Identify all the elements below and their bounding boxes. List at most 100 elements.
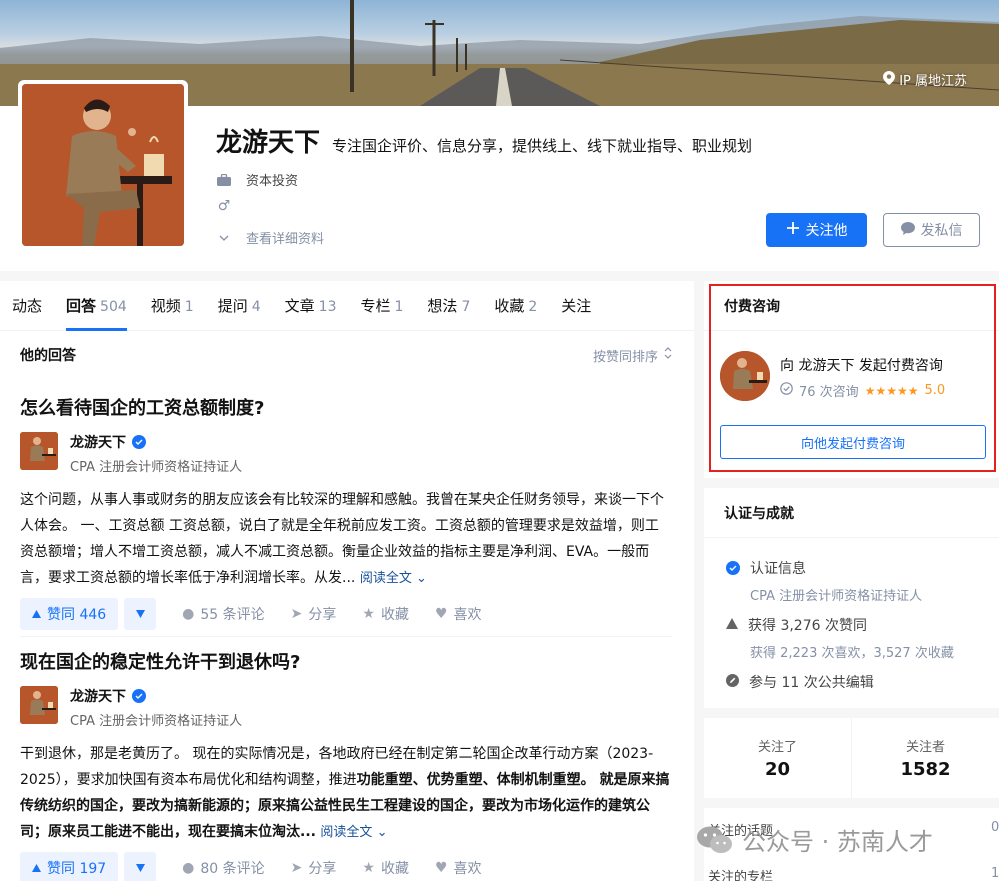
collect-label: 收藏 bbox=[380, 861, 409, 877]
consult-headline: 向 龙游天下 发起付费咨询 bbox=[780, 358, 943, 374]
share-label: 分享 bbox=[308, 861, 337, 877]
upvote-label: 赞同 197 bbox=[47, 861, 107, 877]
consult-avatar[interactable] bbox=[720, 351, 770, 401]
achievements-title: 认证与成就 bbox=[704, 488, 999, 538]
follow-button[interactable]: 关注他 bbox=[766, 213, 867, 247]
tab-collections[interactable]: 收藏 2 bbox=[494, 281, 537, 331]
like-button[interactable]: ♥ 喜欢 bbox=[435, 858, 482, 878]
triangle-up-icon bbox=[726, 617, 738, 633]
votes-text: 获得 3,276 次赞同 bbox=[748, 618, 867, 634]
answer-excerpt[interactable]: 干到退休，那是老黄历了。 现在的实际情况是，各地政府已经在制定第二轮国企改革行动… bbox=[20, 741, 672, 846]
sort-label: 按赞同排序 bbox=[592, 349, 658, 365]
follow-stats-card: 关注了 20 关注者 1582 bbox=[704, 718, 999, 798]
ip-location: IP 属地江苏 bbox=[883, 70, 967, 89]
tab-count: 4 bbox=[251, 298, 261, 315]
pencil-icon bbox=[726, 673, 739, 691]
link-label: 关注的专栏 bbox=[708, 870, 774, 881]
tab-videos[interactable]: 视频 1 bbox=[151, 281, 194, 331]
list-header: 他的回答 按赞同排序 bbox=[0, 331, 694, 379]
tab-count: 13 bbox=[318, 298, 337, 315]
author-name-row: 龙游天下 bbox=[70, 432, 242, 452]
tab-count: 1 bbox=[184, 298, 194, 315]
author-badge: CPA 注册会计师资格证持证人 bbox=[70, 714, 243, 729]
tab-articles[interactable]: 文章 13 bbox=[285, 281, 337, 331]
cert-value: CPA 注册会计师资格证持证人 bbox=[750, 589, 923, 604]
likes-collects-text: 获得 2,223 次喜欢，3,527 次收藏 bbox=[750, 646, 954, 661]
rating-stars-icon: ★★★★★ bbox=[864, 383, 919, 398]
link-count: 0 bbox=[991, 820, 999, 835]
sort-dropdown[interactable]: 按赞同排序 bbox=[593, 346, 672, 365]
tab-label: 提问 bbox=[217, 296, 248, 315]
consult-count: 76 次咨询 bbox=[799, 385, 859, 400]
chevron-down-icon: ⌄ bbox=[376, 825, 388, 840]
plus-icon bbox=[786, 221, 800, 239]
upvote-label: 赞同 446 bbox=[47, 607, 107, 623]
share-button[interactable]: ➤ 分享 bbox=[291, 858, 337, 878]
sort-updown-icon bbox=[664, 347, 672, 363]
share-label: 分享 bbox=[308, 607, 337, 623]
profile-avatar[interactable] bbox=[18, 80, 188, 250]
question-title[interactable]: 怎么看待国企的工资总额制度? bbox=[20, 396, 672, 422]
triangle-down-icon bbox=[135, 860, 145, 876]
collect-button[interactable]: ★ 收藏 bbox=[362, 604, 409, 624]
following-count[interactable]: 关注了 20 bbox=[704, 718, 851, 798]
rating-score: 5.0 bbox=[924, 383, 946, 398]
heart-icon: ♥ bbox=[434, 860, 448, 876]
watermark-text: 公众号 · 苏南人才 bbox=[742, 828, 933, 856]
message-button[interactable]: 发私信 bbox=[883, 213, 980, 247]
like-label: 喜欢 bbox=[453, 861, 482, 877]
industry-text: 资本投资 bbox=[246, 174, 299, 189]
check-circle-icon bbox=[780, 382, 793, 399]
read-more-link[interactable]: 阅读全文 ⌄ bbox=[320, 825, 387, 840]
tab-activity[interactable]: 动态 bbox=[12, 281, 42, 331]
triangle-up-icon bbox=[32, 606, 41, 622]
answer-author: 龙游天下 CPA 注册会计师资格证持证人 bbox=[20, 432, 672, 475]
comment-button[interactable]: ● 55 条评论 bbox=[182, 604, 264, 624]
tab-following[interactable]: 关注 bbox=[561, 281, 591, 331]
tab-answers[interactable]: 回答 504 bbox=[66, 281, 127, 331]
tab-label: 关注 bbox=[561, 296, 592, 315]
tab-label: 专栏 bbox=[360, 296, 391, 315]
share-button[interactable]: ➤ 分享 bbox=[291, 604, 337, 624]
tab-columns[interactable]: 专栏 1 bbox=[360, 281, 403, 331]
downvote-button[interactable] bbox=[124, 598, 157, 630]
comment-button[interactable]: ● 80 条评论 bbox=[182, 858, 264, 878]
upvote-button[interactable]: 赞同 197 bbox=[20, 852, 119, 881]
profile-detail-link[interactable]: 查看详细资料 bbox=[216, 228, 324, 247]
downvote-button[interactable] bbox=[124, 852, 157, 881]
upvote-button[interactable]: 赞同 446 bbox=[20, 598, 119, 630]
profile-name: 龙游天下 bbox=[216, 128, 321, 158]
author-avatar[interactable] bbox=[20, 432, 58, 470]
edits-achievement: 参与 11 次公共编辑 bbox=[726, 672, 874, 692]
read-more-link[interactable]: 阅读全文 ⌄ bbox=[360, 571, 427, 586]
share-icon: ➤ bbox=[290, 860, 303, 876]
following-label: 关注了 bbox=[757, 740, 797, 755]
detail-link-text[interactable]: 查看详细资料 bbox=[246, 228, 324, 247]
start-consult-button[interactable]: 向他发起付费咨询 bbox=[720, 425, 986, 459]
wechat-logo-icon bbox=[696, 825, 734, 855]
tab-questions[interactable]: 提问 4 bbox=[218, 281, 261, 331]
consult-title: 付费咨询 bbox=[704, 281, 999, 331]
star-icon: ★ bbox=[362, 606, 375, 622]
tab-count: 504 bbox=[100, 298, 127, 315]
author-avatar[interactable] bbox=[20, 686, 58, 724]
certification-item: 认证信息 bbox=[726, 558, 806, 578]
author-name[interactable]: 龙游天下 bbox=[70, 686, 126, 706]
comment-label: 55 条评论 bbox=[200, 607, 265, 623]
question-title[interactable]: 现在国企的稳定性允许干到退休吗? bbox=[20, 650, 672, 676]
like-button[interactable]: ♥ 喜欢 bbox=[435, 604, 482, 624]
read-more-text: 阅读全文 bbox=[359, 571, 412, 586]
followed-columns-link[interactable]: 关注的专栏 1 bbox=[708, 866, 999, 881]
briefcase-icon bbox=[216, 172, 232, 188]
answer-excerpt[interactable]: 这个问题，从事人事或财务的朋友应该会有比较深的理解和感触。我曾在某央企任财务领导… bbox=[20, 487, 672, 592]
tab-thoughts[interactable]: 想法 7 bbox=[427, 281, 470, 331]
heart-icon: ♥ bbox=[434, 606, 448, 622]
collect-button[interactable]: ★ 收藏 bbox=[362, 858, 409, 878]
chevron-down-icon bbox=[216, 230, 232, 246]
comment-icon: ● bbox=[182, 606, 195, 622]
author-name[interactable]: 龙游天下 bbox=[70, 432, 126, 452]
tab-count: 1 bbox=[394, 298, 404, 315]
author-name-row: 龙游天下 bbox=[70, 686, 242, 706]
followers-count[interactable]: 关注者 1582 bbox=[851, 718, 999, 798]
tab-label: 动态 bbox=[12, 296, 43, 315]
